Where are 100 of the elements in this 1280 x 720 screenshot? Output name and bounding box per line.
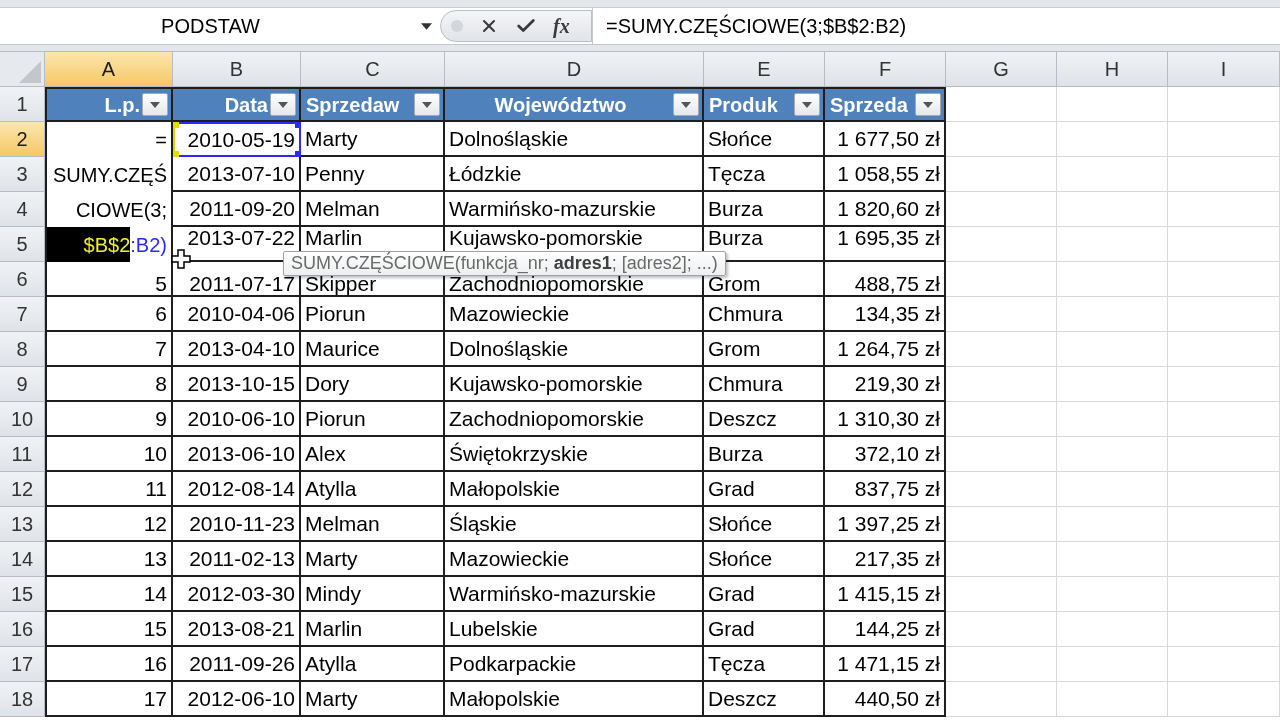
row-header[interactable]: 12 — [0, 472, 45, 507]
table-cell: 2013-04-10 — [173, 332, 301, 367]
row-header[interactable]: 3 — [0, 157, 45, 192]
table-cell: Świętokrzyskie — [445, 437, 704, 472]
table-cell: 1 310,30 zł — [825, 402, 946, 437]
column-header[interactable]: G — [946, 52, 1057, 87]
handle-icon[interactable] — [295, 122, 301, 128]
formula-text: = — [155, 127, 167, 152]
table-cell: Dolnośląskie — [445, 122, 704, 157]
table-cell: Słońce — [704, 122, 825, 157]
table-cell: Tęcza — [704, 157, 825, 192]
table-cell: Mindy — [301, 577, 445, 612]
table-cell: 9 — [45, 402, 173, 437]
row-header[interactable]: 2 — [0, 122, 45, 157]
table-cell: 2013-07-10 — [173, 157, 301, 192]
row-header[interactable]: 5 — [0, 227, 45, 262]
table-cell: 11 — [45, 472, 173, 507]
row-header[interactable]: 14 — [0, 542, 45, 577]
table-cell: Marty — [301, 122, 445, 157]
table-cell: Słońce — [704, 542, 825, 577]
table-cell: Burza — [704, 437, 825, 472]
table-cell: 15 — [45, 612, 173, 647]
handle-icon[interactable] — [173, 151, 179, 157]
row-header[interactable]: 17 — [0, 647, 45, 682]
row-header[interactable]: 11 — [0, 437, 45, 472]
header-text: Sprzedaw — [306, 92, 400, 118]
row-header[interactable]: 4 — [0, 192, 45, 227]
column-header[interactable]: E — [704, 52, 825, 87]
table-cell: Atylla — [301, 647, 445, 682]
table-cell: Alex — [301, 437, 445, 472]
table-cell: 14 — [45, 577, 173, 612]
table-cell: 6 — [45, 297, 173, 332]
column-header[interactable]: H — [1057, 52, 1168, 87]
header-text: Województwo — [494, 92, 627, 118]
filter-button[interactable] — [794, 93, 820, 116]
formula-text: :B2) — [130, 232, 167, 258]
caret-down-icon — [150, 101, 160, 108]
insert-function-button[interactable]: fx — [553, 16, 570, 36]
table-cell: 219,30 zł — [825, 367, 946, 402]
filter-button[interactable] — [673, 93, 699, 116]
table-cell: 144,25 zł — [825, 612, 946, 647]
table-cell: 1 058,55 zł — [825, 157, 946, 192]
column-header[interactable]: I — [1168, 52, 1280, 87]
dot-icon[interactable] — [451, 20, 463, 32]
table-cell: 1 415,15 zł — [825, 577, 946, 612]
table-cell: Chmura — [704, 297, 825, 332]
table-cell: Łódzkie — [445, 157, 704, 192]
caret-down-icon — [923, 101, 933, 108]
table-cell: 10 — [45, 437, 173, 472]
row-header[interactable]: 8 — [0, 332, 45, 367]
cell-editor[interactable]: = SUMY.CZĘŚ CIOWE(3; $B$2:B2) — [45, 122, 173, 262]
row-header[interactable]: 7 — [0, 297, 45, 332]
row-header[interactable]: 1 — [0, 87, 45, 122]
column-header[interactable]: C — [301, 52, 445, 87]
table-cell: Warmińsko-mazurskie — [445, 577, 704, 612]
table-cell: 2010-04-06 — [173, 297, 301, 332]
row-header[interactable]: 16 — [0, 612, 45, 647]
table-cell: Małopolskie — [445, 472, 704, 507]
table-cell: Maurice — [301, 332, 445, 367]
filter-button[interactable] — [270, 93, 296, 116]
table-cell: Deszcz — [704, 682, 825, 717]
table-cell: 372,10 zł — [825, 437, 946, 472]
filter-button[interactable] — [414, 93, 440, 116]
table-cell: Penny — [301, 157, 445, 192]
handle-icon[interactable] — [295, 151, 301, 157]
table-cell: Melman — [301, 192, 445, 227]
table-cell: 2012-08-14 — [173, 472, 301, 507]
row-header[interactable]: 10 — [0, 402, 45, 437]
column-header[interactable]: F — [825, 52, 946, 87]
formula-text: SUMY.CZĘŚ — [52, 162, 167, 187]
table-cell: Grad — [704, 577, 825, 612]
table-cell: 217,35 zł — [825, 542, 946, 577]
column-header[interactable]: D — [445, 52, 704, 87]
table-cell: 2013-06-10 — [173, 437, 301, 472]
table-cell: 134,35 zł — [825, 297, 946, 332]
filter-button[interactable] — [142, 93, 168, 116]
table-cell: Dory — [301, 367, 445, 402]
table-cell: Małopolskie — [445, 682, 704, 717]
table-cell: Marty — [301, 682, 445, 717]
table-cell: 1 695,35 zł — [825, 227, 946, 262]
table-cell: 1 264,75 zł — [825, 332, 946, 367]
table-cell: 5 — [45, 262, 173, 297]
triangle-icon — [19, 61, 41, 83]
table-cell: 488,75 zł — [825, 262, 946, 297]
caret-down-icon — [802, 101, 812, 108]
row-header[interactable]: 15 — [0, 577, 45, 612]
table-cell: Zachodniopomorskie — [445, 402, 704, 437]
table-cell: Lubelskie — [445, 612, 704, 647]
column-header[interactable]: B — [173, 52, 301, 87]
column-header[interactable]: A — [45, 52, 173, 87]
row-header[interactable]: 6 — [0, 262, 45, 297]
row-header[interactable]: 9 — [0, 367, 45, 402]
handle-icon[interactable] — [173, 122, 179, 128]
row-header[interactable]: 18 — [0, 682, 45, 717]
header-text: Produk — [709, 92, 778, 118]
table-cell: Mazowieckie — [445, 542, 704, 577]
row-header[interactable]: 13 — [0, 507, 45, 542]
filter-button[interactable] — [915, 93, 941, 116]
table-cell: Grom — [704, 332, 825, 367]
table-cell: 8 — [45, 367, 173, 402]
